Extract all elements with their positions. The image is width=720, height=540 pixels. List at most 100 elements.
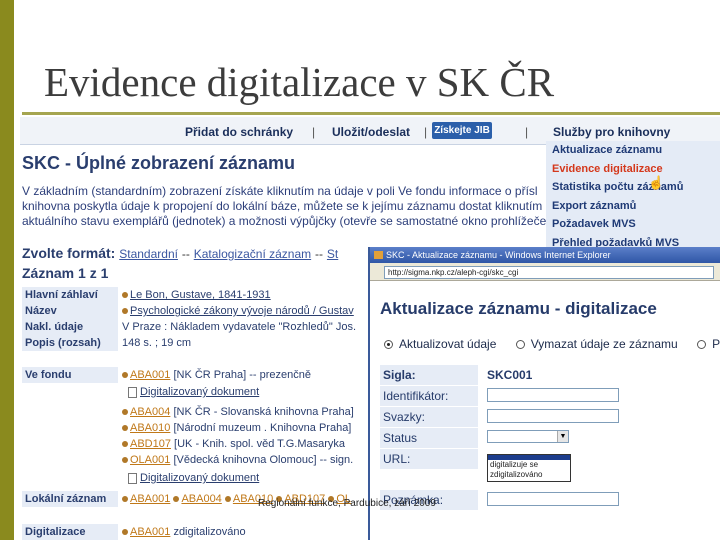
menu-item-evidence-digitalizace[interactable]: Evidence digitalizace: [546, 160, 720, 179]
digitized-doc-link[interactable]: Digitalizovaný dokument: [140, 386, 259, 398]
status-select[interactable]: ▼: [487, 430, 569, 443]
poznamka-input[interactable]: [487, 492, 619, 506]
update-record-window: SKC - Aktualizace záznamu - Windows Inte…: [368, 247, 720, 540]
radio-update[interactable]: Aktualizovat údaje: [384, 337, 496, 351]
radio-delete[interactable]: Vymazat údaje ze záznamu: [515, 337, 678, 351]
local-record-link[interactable]: ABA001: [130, 493, 170, 505]
digitized-doc-link[interactable]: Digitalizovaný dokument: [140, 472, 259, 484]
window-title: SKC - Aktualizace záznamu - Windows Inte…: [386, 250, 611, 260]
slide-footer: Regionální funkce, Pardubice, září 2009: [258, 498, 436, 509]
digitization-status: zdigitalizováno: [173, 526, 246, 538]
svazky-label: Svazky:: [380, 407, 478, 427]
radio-unchecked-icon: [515, 340, 525, 350]
format-separator: --: [181, 247, 190, 261]
menu-item-export[interactable]: Export záznamů: [546, 197, 720, 216]
page-title: SKC - Úplné zobrazení záznamu: [22, 153, 296, 173]
slide-accent-bar: [0, 0, 14, 540]
field-label: Název: [22, 303, 118, 319]
record-counter: Záznam 1 z 1: [22, 265, 109, 281]
bullet-icon: [122, 529, 128, 536]
bullet-icon: [122, 372, 128, 379]
radio-unchecked-icon: [697, 340, 707, 350]
format-other-link[interactable]: St: [327, 247, 338, 261]
radio-label: Po: [712, 337, 720, 351]
add-to-basket-link[interactable]: Přidat do schránky: [185, 125, 293, 139]
services-menu: Aktualizace záznamu Evidence digitalizac…: [546, 141, 720, 251]
field-value: Le Bon, Gustave, 1841-1931: [122, 287, 271, 303]
format-catalog-link[interactable]: Katalogizační záznam: [194, 247, 311, 261]
format-selector: Zvolte formát: Standardní -- Katalogizač…: [22, 245, 338, 261]
bullet-icon: [122, 425, 128, 432]
holding-row: OLA001 [Vědecká knihovna Olomouc] -- sig…: [122, 452, 353, 468]
bullet-icon: [173, 496, 180, 503]
field-label: Digitalizace: [22, 524, 118, 540]
svazky-input[interactable]: [487, 409, 619, 423]
sigla-value: SKC001: [487, 368, 533, 382]
holding-text: [NK ČR - Slovanská knihovna Praha]: [173, 406, 354, 418]
document-icon: [128, 386, 137, 398]
services-menu-heading[interactable]: Služby pro knihovny: [553, 125, 670, 139]
address-bar: http://sigma.nkp.cz/aleph-cgi/skc_cgi: [370, 263, 720, 281]
holding-code-link[interactable]: ABD107: [130, 438, 171, 450]
holding-code-link[interactable]: ABA010: [130, 422, 170, 434]
digitization-row: ABA001 zdigitalizováno: [122, 524, 246, 540]
bullet-icon: [122, 292, 128, 299]
local-record-link[interactable]: ABA004: [181, 493, 221, 505]
action-radio-group: Aktualizovat údaje Vymazat údaje ze zázn…: [384, 337, 720, 351]
holding-row: Digitalizovaný dokument: [122, 384, 259, 400]
menu-item-statistika[interactable]: Statistika počtu záznamů: [546, 178, 720, 197]
holding-code-link[interactable]: ABA004: [130, 406, 170, 418]
holding-row: ABA010 [Národní muzeum . Knihovna Praha]: [122, 420, 351, 436]
ziskej-button[interactable]: Získejte JIB: [432, 122, 492, 139]
radio-checked-icon: [384, 340, 393, 350]
menu-item-aktualizace[interactable]: Aktualizace záznamu: [546, 141, 720, 160]
holding-code-link[interactable]: OLA001: [130, 454, 170, 466]
format-separator: --: [315, 247, 324, 261]
status-label: Status digitalizace:: [380, 428, 478, 465]
holding-text: [UK - Knih. spol. věd T.G.Masaryka: [174, 438, 346, 450]
slide-title: Evidence digitalizace v SK ČR: [44, 59, 555, 105]
holding-text: [Vědecká knihovna Olomouc] -- sign.: [173, 454, 354, 466]
url-label: URL:: [380, 449, 478, 469]
format-label: Zvolte formát:: [22, 245, 116, 261]
toolbar-separator: |: [525, 125, 529, 139]
dropdown-option[interactable]: digitalizuje se: [488, 460, 570, 470]
popup-heading: Aktualizace záznamu - digitalizace: [380, 299, 657, 318]
document-icon: [128, 472, 137, 484]
holding-row: ABD107 [UK - Knih. spol. věd T.G.Masaryk…: [122, 436, 345, 452]
radio-label: Aktualizovat údaje: [399, 337, 497, 351]
bullet-icon: [122, 441, 128, 448]
bullet-icon: [122, 409, 128, 416]
author-link[interactable]: Le Bon, Gustave, 1841-1931: [130, 289, 271, 301]
field-label: Hlavní záhlaví: [22, 287, 118, 303]
identifikator-label: Identifikátor:: [380, 386, 478, 406]
chevron-down-icon: ▼: [557, 431, 568, 442]
field-label: Ve fondu: [22, 367, 118, 383]
window-titlebar[interactable]: SKC - Aktualizace záznamu - Windows Inte…: [370, 247, 720, 263]
dropdown-option[interactable]: zdigitalizováno: [488, 470, 570, 480]
format-standard-link[interactable]: Standardní: [119, 247, 178, 261]
holding-text: [NK ČR Praha] -- prezenčně: [173, 369, 311, 381]
field-label: Nakl. údaje: [22, 319, 118, 335]
radio-other[interactable]: Po: [697, 337, 720, 351]
save-send-link[interactable]: Uložit/odeslat: [332, 125, 410, 139]
radio-label: Vymazat údaje ze záznamu: [530, 337, 678, 351]
field-value: Psychologické zákony vývoje národů / Gus…: [122, 303, 354, 319]
field-label: Lokální záznam: [22, 491, 118, 507]
holding-row: ABA004 [NK ČR - Slovanská knihovna Praha…: [122, 404, 354, 420]
toolbar-separator: |: [424, 125, 428, 139]
title-link[interactable]: Psychologické zákony vývoje národů / Gus…: [130, 305, 354, 317]
address-input[interactable]: http://sigma.nkp.cz/aleph-cgi/skc_cgi: [384, 266, 714, 279]
bullet-icon: [224, 496, 231, 503]
sigla-label: Sigla:: [380, 365, 478, 385]
holding-text: [Národní muzeum . Knihovna Praha]: [173, 422, 352, 434]
menu-item-pozadavek-mvs[interactable]: Požadavek MVS: [546, 215, 720, 234]
ie-window-icon: [374, 251, 383, 259]
identifikator-input[interactable]: [487, 388, 619, 402]
toolbar-separator: |: [312, 125, 316, 139]
field-value: 148 s. ; 19 cm: [122, 337, 192, 349]
holding-row: ABA001 [NK ČR Praha] -- prezenčně: [122, 367, 311, 383]
digitization-code-link[interactable]: ABA001: [130, 526, 170, 538]
holding-code-link[interactable]: ABA001: [130, 369, 170, 381]
bullet-icon: [122, 308, 128, 315]
